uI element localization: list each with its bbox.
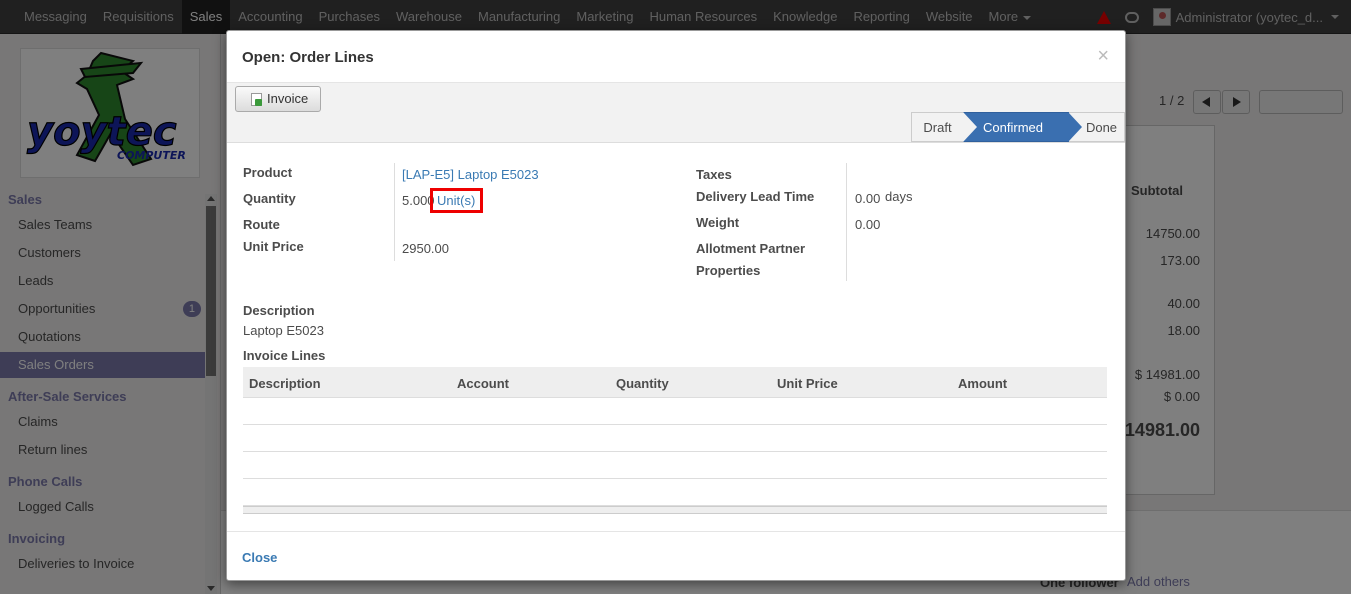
invoice-lines-label: Invoice Lines [243,348,326,363]
properties-label: Properties [696,263,761,278]
dialog-footer: Close [227,531,1125,581]
status-draft[interactable]: Draft [911,112,963,142]
invoice-lines-table: Description Account Quantity Unit Price … [243,367,1107,514]
column-header-account[interactable]: Account [457,376,509,391]
highlight-box [430,188,483,213]
taxes-label: Taxes [696,167,732,182]
column-header-description[interactable]: Description [249,376,321,391]
field-divider [846,163,847,281]
column-header-unit-price[interactable]: Unit Price [777,376,838,391]
status-confirmed[interactable]: Confirmed [963,112,1082,142]
lead-time-value: 0.00 [855,191,881,206]
dialog-header: Open: Order Lines × [227,31,1125,83]
product-link[interactable]: [LAP-E5] Laptop E5023 [402,167,539,182]
close-icon[interactable]: × [1097,46,1109,66]
weight-label: Weight [696,215,740,230]
unit-price-value: 2950.00 [402,241,449,256]
quantity-label: Quantity [243,191,296,206]
table-row [243,479,1107,506]
column-header-amount[interactable]: Amount [958,376,1007,391]
document-icon [251,93,262,106]
route-label: Route [243,217,280,232]
table-row [243,452,1107,479]
status-bar: Draft Confirmed Done [911,112,1125,142]
table-row [243,398,1107,425]
product-label: Product [243,165,293,180]
invoice-button-label: Invoice [267,91,309,106]
weight-value: 0.00 [855,217,881,232]
delivery-lead-time-label: Delivery Lead Time [696,189,815,204]
field-divider [394,163,395,261]
allotment-partner-label: Allotment Partner [696,241,806,256]
description-label: Description [243,303,315,318]
unit-price-label: Unit Price [243,239,304,254]
table-footer [243,506,1107,514]
table-row [243,425,1107,452]
dialog-toolbar: Invoice Draft Confirmed Done [227,83,1125,143]
close-button[interactable]: Close [242,550,277,565]
table-header-row: Description Account Quantity Unit Price … [243,367,1107,398]
invoice-button[interactable]: Invoice [235,86,321,112]
lead-time-unit: days [885,189,913,204]
column-header-quantity[interactable]: Quantity [616,376,669,391]
description-value: Laptop E5023 [243,323,324,338]
order-line-dialog: Open: Order Lines × Invoice Draft Confir… [226,30,1126,581]
dialog-title: Open: Order Lines [242,49,374,66]
